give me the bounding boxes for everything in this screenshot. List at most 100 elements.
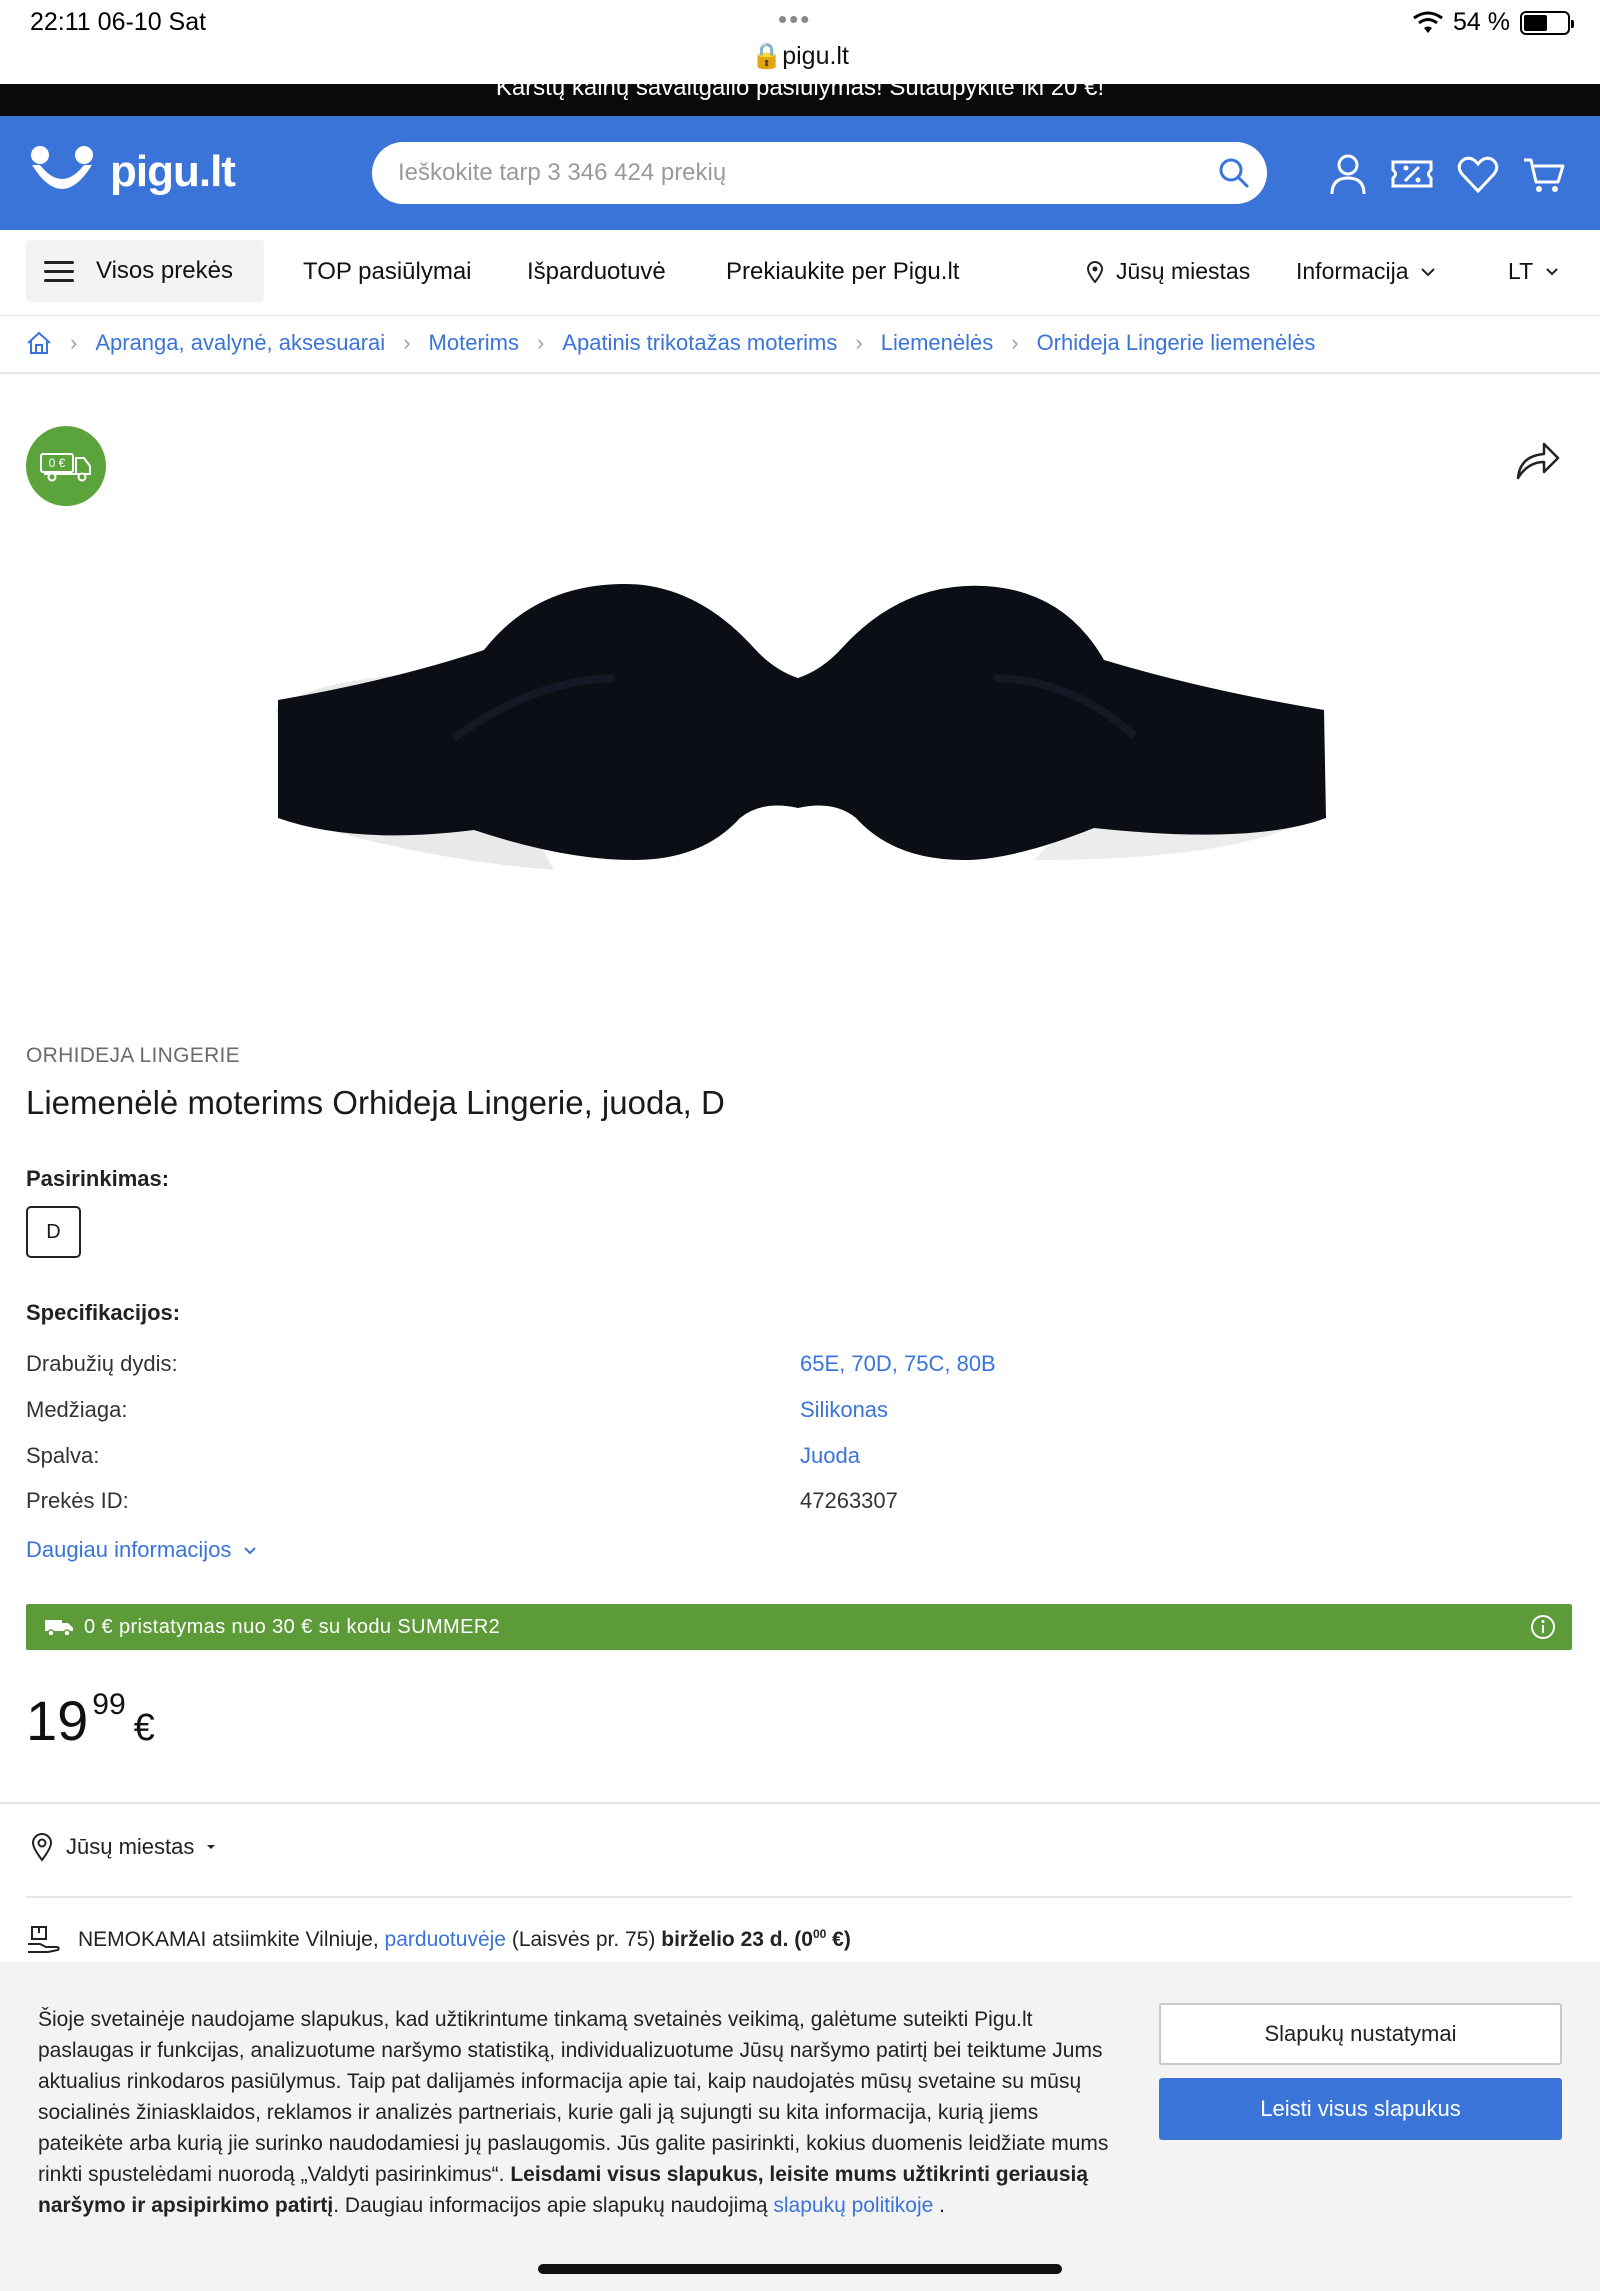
breadcrumb-separator: › [1011,330,1019,355]
battery-fill [1524,14,1547,31]
info-label: Informacija [1296,258,1409,284]
cookie-policy-link[interactable]: slapukų politikoje [773,2194,933,2217]
store-link[interactable]: parduotuvėje [385,1928,506,1951]
location-pin-icon [31,1833,53,1862]
size-link[interactable]: 70D [851,1351,891,1376]
price-cents: 99 [92,1688,126,1721]
promo-text: Karštų kainų savaitgalio pasiūlymas! Sut… [495,84,1105,101]
logo-icon [31,146,93,189]
accept-all-cookies-button[interactable]: Leisti visus slapukus [1159,2078,1562,2140]
divider [26,1896,1572,1898]
breadcrumb: › Apranga, avalynė, aksesuarai › Moterim… [0,316,1600,374]
nav-link-top[interactable]: TOP pasiūlymai [303,258,472,286]
wishlist-heart-icon[interactable] [1456,152,1500,196]
location-pin-icon [1086,260,1104,283]
cart-icon[interactable] [1522,152,1566,196]
product-id-value: 47263307 [800,1488,898,1513]
user-icon[interactable] [1326,152,1370,196]
chevron-down-icon [1421,267,1436,276]
url-text: pigu.lt [782,42,849,70]
breadcrumb-separator: › [855,330,863,355]
nav-link-sell[interactable]: Prekiaukite per Pigu.lt [726,258,959,286]
spec-key: Drabužių dydis: [26,1351,178,1376]
hamburger-icon [44,255,74,288]
truck-icon [45,1620,73,1637]
product-image[interactable] [274,560,1328,880]
status-time: 22:11 06-10 Sat [30,8,207,36]
delivery-promo-strip: 0 € pristatymas nuo 30 € su kodu SUMMER2 [26,1604,1572,1650]
logo-text: pigu.lt [110,147,236,196]
battery-percent: 54 % [1453,8,1510,36]
pickup-text: NEMOKAMAI atsiimkite Vilniuje, parduotuv… [78,1926,851,1951]
product-title: Liemenėlė moterims Orhideja Lingerie, ju… [26,1084,725,1121]
spec-value: 65E, 70D, 75C, 80B [800,1351,996,1376]
truck-icon [44,457,91,482]
more-info-label: Daugiau informacijos [26,1537,232,1562]
language-dropdown[interactable]: LT [1508,258,1559,285]
caret-down-icon [207,1845,216,1849]
more-info-toggle[interactable]: Daugiau informacijos [26,1537,257,1563]
breadcrumb-separator: › [403,330,411,355]
search-icon[interactable] [1217,156,1251,190]
option-label: Pasirinkimas: [26,1166,170,1191]
size-link[interactable]: 75C [904,1351,944,1376]
divider [0,1802,1600,1804]
breadcrumb-item[interactable]: Apatinis trikotažas moterims [562,330,837,356]
language-label: LT [1508,258,1534,284]
free-delivery-badge: 0 € [26,426,106,506]
status-bar: 22:11 06-10 Sat ••• 🔒pigu.lt 54 % [0,0,1600,84]
info-dropdown[interactable]: Informacija [1296,258,1436,285]
logo[interactable]: pigu.lt [26,142,236,202]
size-link[interactable]: 80B [957,1351,996,1376]
spec-row: Medžiaga: Silikonas [26,1397,1566,1437]
search-input[interactable] [398,142,1178,204]
delivery-promo-text: 0 € pristatymas nuo 30 € su kodu SUMMER2 [84,1615,501,1638]
cookie-banner: Šioje svetainėje naudojame slapukus, kad… [0,1962,1600,2291]
delivery-city-selector[interactable]: Jūsų miestas [30,1832,216,1862]
price-currency: € [133,1707,155,1749]
material-link[interactable]: Silikonas [800,1397,888,1423]
multitask-dots-icon[interactable]: ••• [778,4,811,35]
battery-icon [1520,10,1574,35]
spec-row: Drabužių dydis: 65E, 70D, 75C, 80B [26,1351,1566,1391]
delivery-city-label: Jūsų miestas [66,1834,195,1859]
breadcrumb-item[interactable]: Apranga, avalynė, aksesuarai [95,330,385,356]
option-size-button[interactable]: D [26,1206,81,1258]
all-products-button[interactable]: Visos prekės [26,240,264,302]
cookie-text: Šioje svetainėje naudojame slapukus, kad… [38,2008,1109,2217]
spec-key: Spalva: [26,1443,100,1468]
search-box [372,142,1267,204]
spec-row: Spalva: Juoda [26,1443,1566,1483]
breadcrumb-item[interactable]: Moterims [429,330,519,356]
nav-link-sale[interactable]: Išparduotuvė [527,258,666,286]
spec-key: Medžiaga: [26,1397,128,1422]
store-pickup-icon [28,1926,60,1953]
main-nav: Visos prekės TOP pasiūlymai Išparduotuvė… [0,230,1600,316]
city-label: Jūsų miestas [1116,258,1251,284]
all-products-label: Visos prekės [96,257,233,284]
chevron-down-icon [1546,268,1558,276]
city-selector[interactable]: Jūsų miestas [1086,258,1250,285]
breadcrumb-separator: › [536,330,545,355]
wifi-icon [1413,11,1443,33]
spec-row: Prekės ID: 47263307 [26,1488,1566,1528]
breadcrumb-item[interactable]: Liemenėlės [881,330,994,356]
share-icon[interactable] [1514,436,1562,484]
cookie-settings-button[interactable]: Slapukų nustatymai [1159,2003,1562,2065]
price: 19 99€ [26,1688,155,1753]
price-euros: 19 [26,1689,89,1752]
spec-key: Prekės ID: [26,1488,129,1513]
color-link[interactable]: Juoda [800,1443,860,1469]
store-pickup-info: NEMOKAMAI atsiimkite Vilniuje, parduotuv… [26,1924,851,1954]
address-bar[interactable]: 🔒pigu.lt [0,42,1600,71]
home-icon[interactable] [26,331,52,355]
promo-banner[interactable]: Karštų kainų savaitgalio pasiūlymas! Sut… [0,84,1600,116]
home-indicator[interactable] [538,2264,1062,2274]
product-brand[interactable]: ORHIDEJA LINGERIE [26,1044,240,1068]
size-link[interactable]: 65E [800,1351,839,1376]
breadcrumb-item[interactable]: Orhideja Lingerie liemenėlės [1037,330,1316,356]
site-header: pigu.lt [0,116,1600,230]
info-icon[interactable] [1530,1614,1556,1640]
discount-icon[interactable] [1390,152,1434,196]
chevron-down-icon [244,1546,257,1554]
